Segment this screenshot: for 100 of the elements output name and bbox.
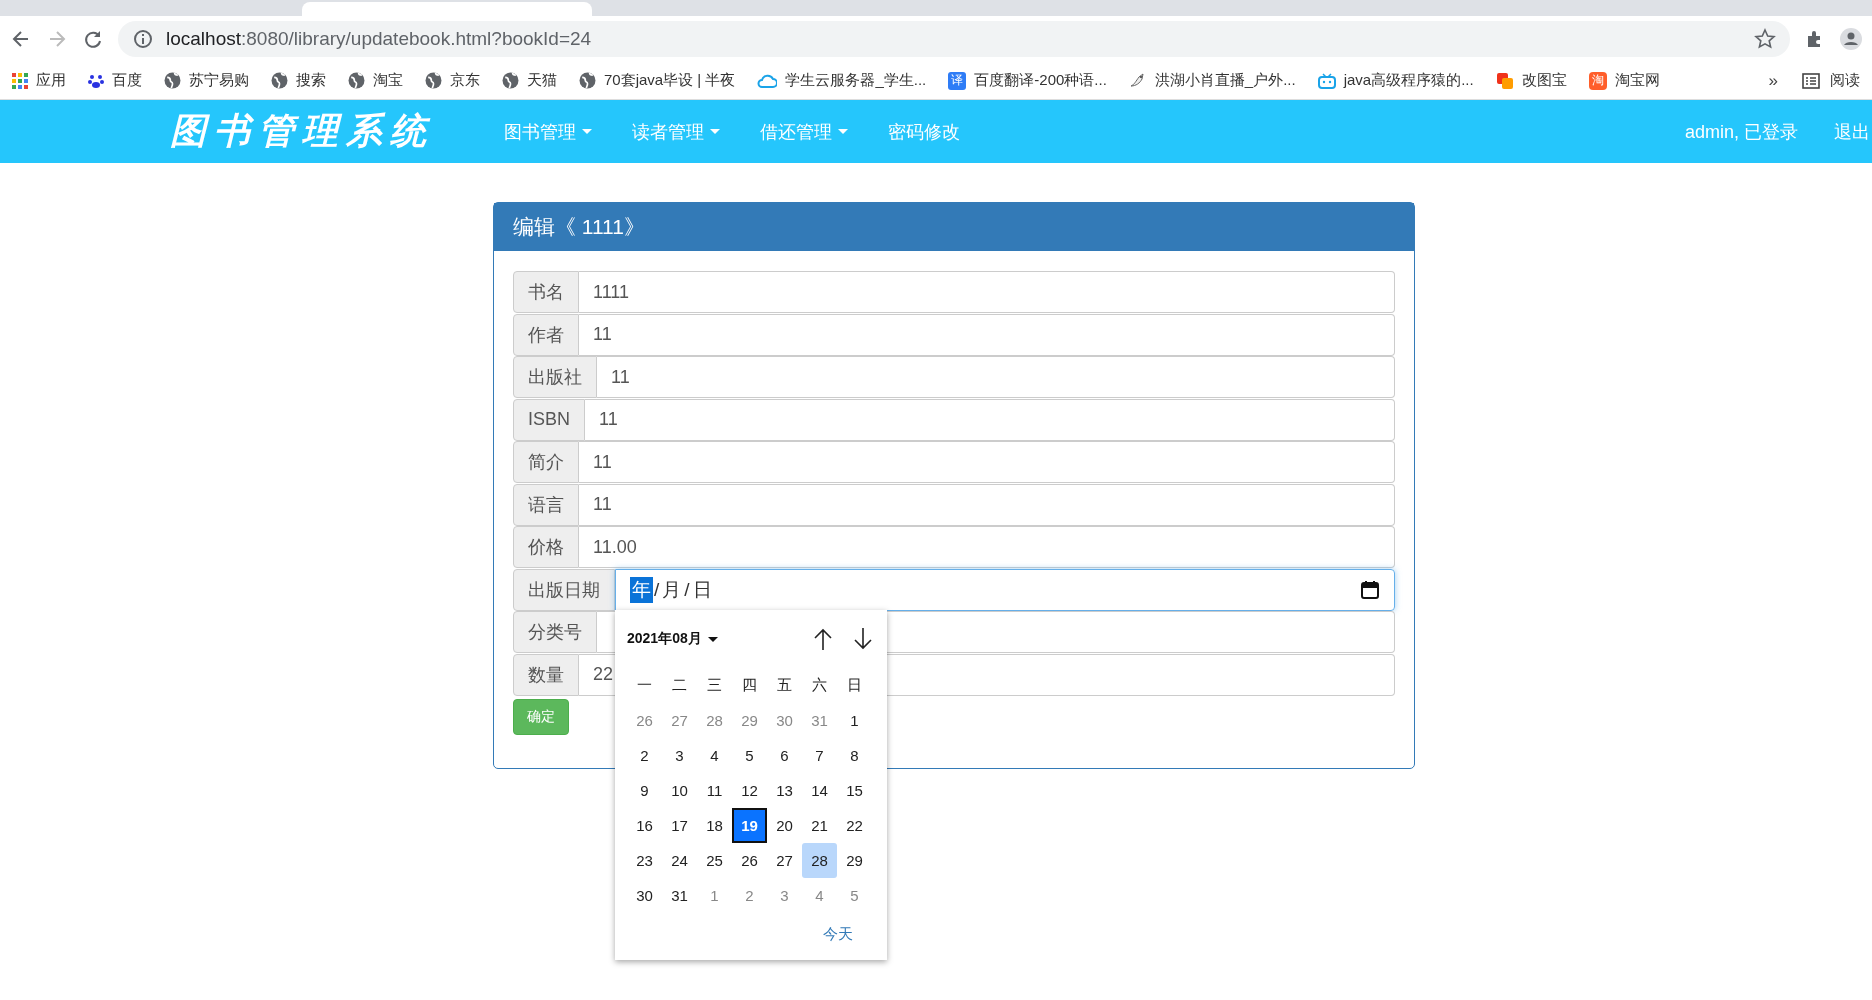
text-field[interactable]: 11.00 bbox=[579, 526, 1395, 568]
month-selector[interactable]: 2021年08月 bbox=[627, 630, 718, 648]
more-bookmarks-button[interactable]: » bbox=[1768, 70, 1778, 91]
bookmark-link[interactable]: 改图宝 bbox=[1521, 71, 1567, 90]
translate-icon: 译 bbox=[948, 71, 967, 90]
caret-icon bbox=[710, 129, 720, 134]
caret-icon bbox=[582, 129, 592, 134]
calendar-day[interactable]: 4 bbox=[802, 878, 837, 913]
calendar-day[interactable]: 2 bbox=[732, 878, 767, 913]
calendar-day[interactable]: 29 bbox=[837, 843, 872, 878]
bookmark-link[interactable]: 应用 bbox=[36, 71, 66, 90]
calendar-day[interactable]: 4 bbox=[697, 738, 732, 773]
star-icon[interactable] bbox=[1754, 28, 1776, 50]
calendar-day[interactable]: 31 bbox=[662, 878, 697, 913]
tv-icon bbox=[1317, 72, 1336, 89]
date-segment[interactable]: 月 bbox=[660, 576, 684, 603]
calendar-icon[interactable] bbox=[1360, 579, 1380, 600]
bookmark-link[interactable]: java高级程序猿的... bbox=[1343, 71, 1474, 90]
weekday-label: 五 bbox=[776, 675, 793, 695]
calendar-day[interactable]: 10 bbox=[662, 773, 697, 808]
caret-icon bbox=[838, 129, 848, 134]
bookmark-link[interactable]: 70套java毕设 | 半夜 bbox=[604, 71, 736, 90]
calendar-day[interactable]: 18 bbox=[697, 808, 732, 843]
calendar-day[interactable]: 23 bbox=[627, 843, 662, 878]
today-link[interactable]: 今天 bbox=[823, 925, 853, 944]
weekday-label: 日 bbox=[846, 675, 863, 695]
text-field[interactable]: 11 bbox=[597, 356, 1395, 398]
field-label: 出版日期 bbox=[513, 568, 615, 611]
calendar-day[interactable]: 30 bbox=[627, 878, 662, 913]
calendar-day[interactable]: 19 bbox=[732, 808, 767, 843]
bookmark-link[interactable]: 苏宁易购 bbox=[189, 71, 249, 90]
calendar-day[interactable]: 8 bbox=[837, 738, 872, 773]
calendar-day[interactable]: 29 bbox=[732, 703, 767, 738]
info-icon bbox=[132, 28, 154, 50]
weekday-label: 三 bbox=[706, 675, 723, 695]
calendar-day[interactable]: 15 bbox=[837, 773, 872, 808]
bookmark-link[interactable]: 天猫 bbox=[527, 71, 557, 90]
calendar-day[interactable]: 28 bbox=[802, 843, 837, 878]
calendar-day[interactable]: 27 bbox=[767, 843, 802, 878]
calendar-day[interactable]: 5 bbox=[837, 878, 872, 913]
weekday-label: 一 bbox=[636, 675, 653, 695]
bookmark-link[interactable]: 百度翻译-200种语... bbox=[974, 71, 1107, 90]
calendar-day[interactable]: 1 bbox=[697, 878, 732, 913]
calendar-day[interactable]: 3 bbox=[767, 878, 802, 913]
bookmark-link[interactable]: 淘宝 bbox=[373, 71, 403, 90]
calendar-day[interactable]: 20 bbox=[767, 808, 802, 843]
calendar-day[interactable]: 16 bbox=[627, 808, 662, 843]
calendar-day[interactable]: 21 bbox=[802, 808, 837, 843]
calendar-day[interactable]: 17 bbox=[662, 808, 697, 843]
calendar-day[interactable]: 2 bbox=[627, 738, 662, 773]
bookmark-link[interactable]: 百度 bbox=[112, 71, 142, 90]
bookmark-link[interactable]: 学生云服务器_学生... bbox=[785, 71, 927, 90]
calendar-day[interactable]: 14 bbox=[802, 773, 837, 808]
calendar-day[interactable]: 13 bbox=[767, 773, 802, 808]
text-field[interactable]: 11 bbox=[579, 483, 1395, 526]
bookmark-link[interactable]: 洪湖小肖直播_户外... bbox=[1154, 71, 1296, 90]
text-field[interactable]: 11 bbox=[579, 313, 1395, 356]
calendar-day[interactable]: 26 bbox=[627, 703, 662, 738]
calendar-day[interactable]: 26 bbox=[732, 843, 767, 878]
globe-icon bbox=[502, 72, 519, 89]
calendar-day[interactable]: 7 bbox=[802, 738, 837, 773]
taobao-icon: 淘 bbox=[1588, 71, 1607, 90]
text-field[interactable]: 11 bbox=[579, 441, 1395, 483]
calendar-day[interactable]: 6 bbox=[767, 738, 802, 773]
date-segment[interactable]: 日 bbox=[690, 576, 714, 603]
bookmark-link[interactable]: 京东 bbox=[450, 71, 480, 90]
calendar-day[interactable]: 3 bbox=[662, 738, 697, 773]
calendar-day[interactable]: 1 bbox=[837, 703, 872, 738]
text-field[interactable]: 11 bbox=[585, 398, 1395, 441]
calendar-day[interactable]: 9 bbox=[627, 773, 662, 808]
squares-icon bbox=[1495, 71, 1514, 90]
field-label: 简介 bbox=[513, 441, 579, 483]
cloud-icon bbox=[757, 72, 778, 89]
calendar-day[interactable]: 11 bbox=[697, 773, 732, 808]
weekday-label: 六 bbox=[811, 675, 828, 695]
calendar-day[interactable]: 22 bbox=[837, 808, 872, 843]
calendar-day[interactable]: 25 bbox=[697, 843, 732, 878]
field-label: 出版社 bbox=[513, 356, 597, 398]
field-label: 数量 bbox=[513, 653, 579, 696]
bookmark-link[interactable]: 搜索 bbox=[296, 71, 326, 90]
weekday-label: 二 bbox=[671, 675, 688, 695]
reading-list-link[interactable]: 阅读 bbox=[1830, 71, 1860, 90]
globe-icon bbox=[348, 72, 365, 89]
address-bar[interactable]: localhost:8080/library/updatebook.html?bookId=24 bbox=[118, 21, 1790, 57]
bookmark-link[interactable]: 淘宝网 bbox=[1614, 71, 1660, 90]
avatar-icon[interactable] bbox=[1840, 28, 1862, 50]
calendar-day[interactable]: 28 bbox=[697, 703, 732, 738]
field-label: ISBN bbox=[513, 398, 585, 441]
field-label: 语言 bbox=[513, 483, 579, 526]
globe-icon bbox=[579, 72, 596, 89]
calendar-day[interactable]: 27 bbox=[662, 703, 697, 738]
calendar-day[interactable]: 31 bbox=[802, 703, 837, 738]
calendar-day[interactable]: 12 bbox=[732, 773, 767, 808]
date-segment[interactable]: 年 bbox=[630, 576, 653, 603]
calendar-day[interactable]: 30 bbox=[767, 703, 802, 738]
weekday-label: 四 bbox=[741, 675, 758, 695]
calendar-day[interactable]: 5 bbox=[732, 738, 767, 773]
calendar-day[interactable]: 24 bbox=[662, 843, 697, 878]
text-field[interactable]: 1111 bbox=[579, 271, 1395, 313]
field-label: 作者 bbox=[513, 313, 579, 356]
